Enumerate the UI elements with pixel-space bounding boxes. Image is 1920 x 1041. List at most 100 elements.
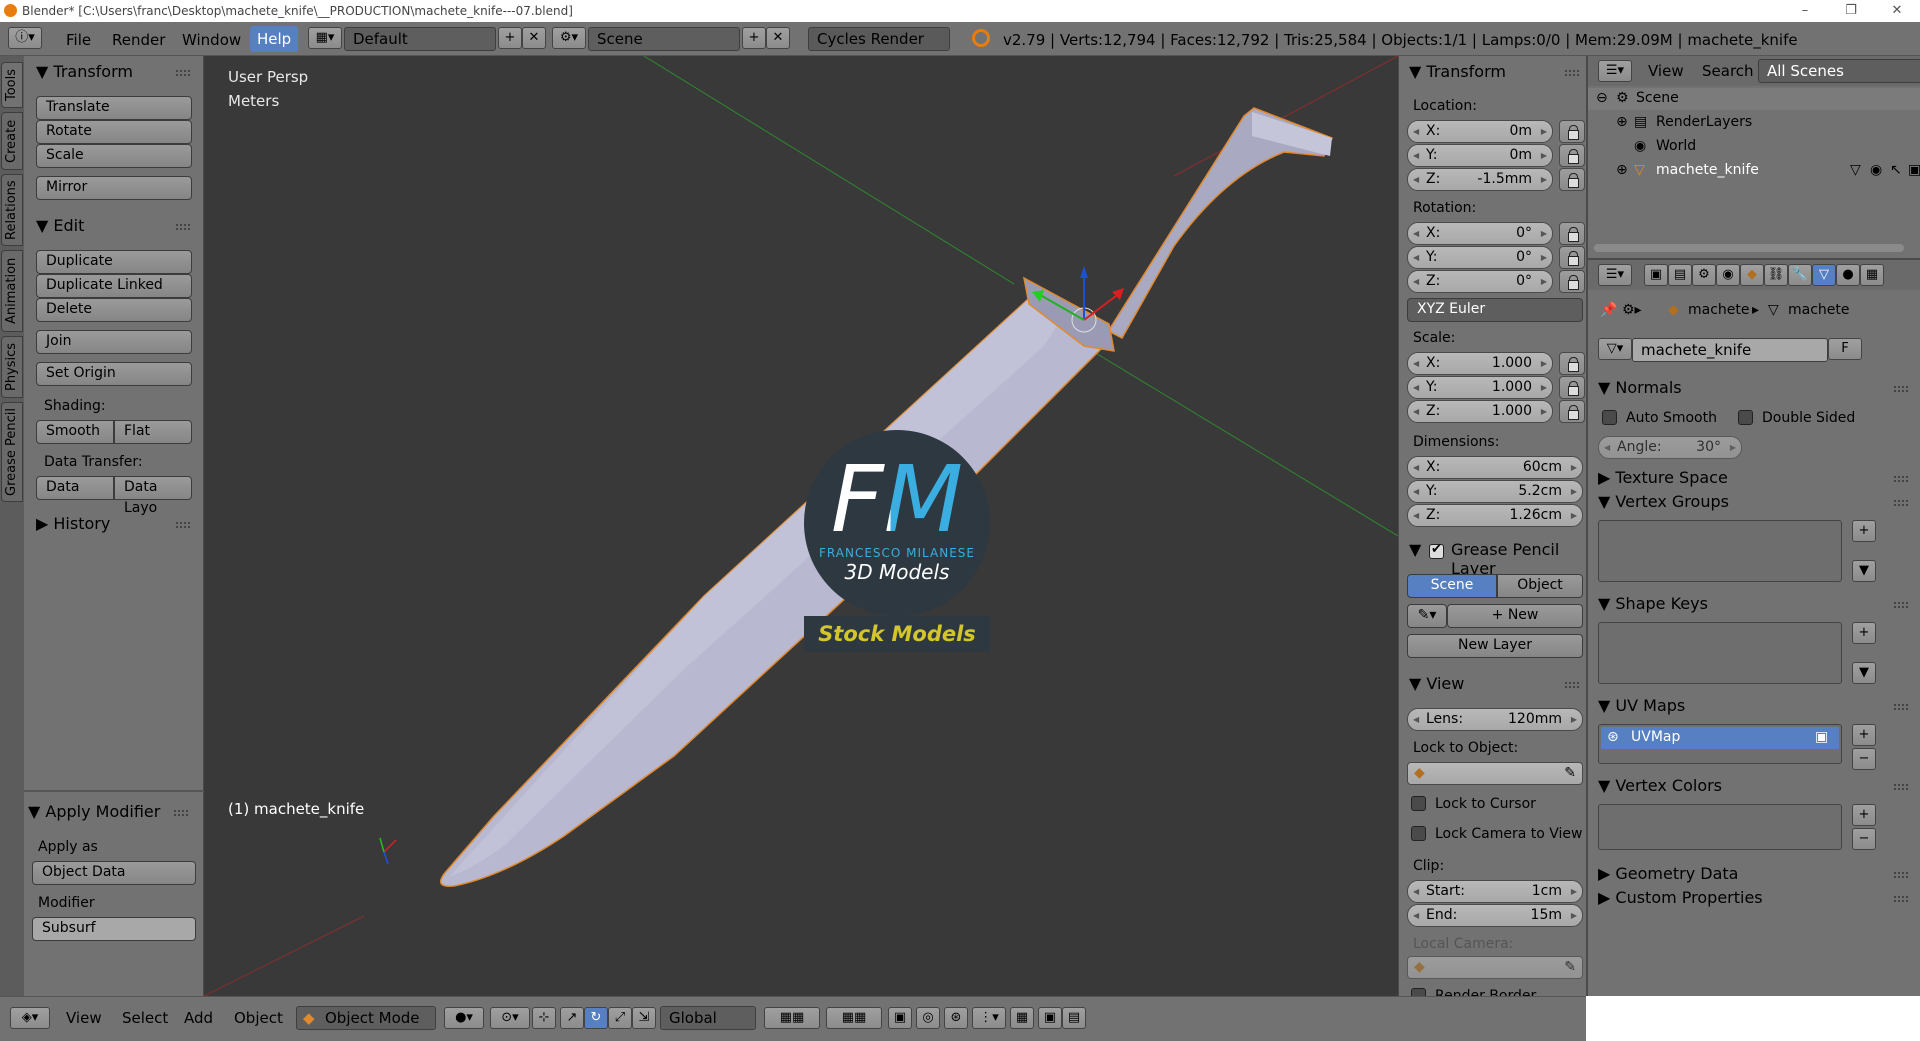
- tab-physics[interactable]: Physics: [1, 336, 23, 398]
- layers-grid-icon[interactable]: ▦▦: [764, 1007, 820, 1029]
- shape-keys-list[interactable]: [1598, 622, 1842, 684]
- world-tab-icon[interactable]: ◉: [1716, 264, 1740, 286]
- rotation-x-field[interactable]: ◀ X: 0° ▶: [1407, 222, 1553, 245]
- lens-field[interactable]: ◀ Lens: 120mm ▶: [1407, 708, 1583, 731]
- pin-icon[interactable]: 📌: [1600, 302, 1617, 318]
- render-engine-select[interactable]: Cycles Render: [808, 27, 950, 51]
- lock-object-field[interactable]: ◆ ✎: [1407, 762, 1583, 785]
- properties-editor-icon[interactable]: ☰▾: [1598, 264, 1632, 286]
- panel-grip-icon[interactable]: [1894, 704, 1908, 710]
- panel-grip-icon[interactable]: [176, 224, 190, 230]
- scene-tab-icon[interactable]: ⚙: [1692, 264, 1716, 286]
- manipulator-toggle-icon[interactable]: ⊹: [532, 1007, 556, 1029]
- menu-window[interactable]: Window: [182, 31, 241, 49]
- outliner-display-select[interactable]: All Scenes: [1758, 59, 1920, 83]
- duplicate-button[interactable]: Duplicate: [36, 250, 192, 274]
- custom-properties-header[interactable]: ▶ Custom Properties: [1598, 888, 1763, 907]
- panel-grip-icon[interactable]: [1894, 784, 1908, 790]
- clip-start-field[interactable]: ◀ Start: 1cm ▶: [1407, 880, 1583, 903]
- panel-grip-icon[interactable]: [1894, 896, 1908, 902]
- texture-space-header[interactable]: ▶ Texture Space: [1598, 468, 1728, 487]
- panel-grip-icon[interactable]: [1894, 476, 1908, 482]
- mirror-button[interactable]: Mirror: [36, 176, 192, 200]
- material-tab-icon[interactable]: ●: [1836, 264, 1860, 286]
- maximize-button[interactable]: ❐: [1828, 0, 1874, 22]
- lock-to-cursor-checkbox[interactable]: [1411, 796, 1426, 811]
- lock-icon[interactable]: [1559, 120, 1585, 143]
- texture-tab-icon[interactable]: ▦: [1860, 264, 1884, 286]
- normals-header[interactable]: ▼ Normals: [1598, 378, 1682, 397]
- outliner-scrollbar[interactable]: [1594, 244, 1904, 252]
- lock-icon[interactable]: [1559, 222, 1585, 245]
- active-render-camera-icon[interactable]: ▣: [1815, 729, 1828, 745]
- add-vertex-group-icon[interactable]: +: [1852, 520, 1876, 542]
- clip-end-field[interactable]: ◀ End: 15m ▶: [1407, 904, 1583, 927]
- modifiers-tab-icon[interactable]: 🔧: [1788, 264, 1812, 286]
- smooth-button[interactable]: Smooth: [36, 420, 114, 444]
- outliner-row[interactable]: ⊖ ⚙ Scene: [1588, 88, 1920, 110]
- flat-button[interactable]: Flat: [114, 420, 192, 444]
- scene-field[interactable]: Scene: [588, 27, 740, 51]
- lock-icon[interactable]: [1559, 270, 1585, 293]
- scale-z-field[interactable]: ◀ Z: 1.000 ▶: [1407, 400, 1553, 423]
- close-button[interactable]: ✕: [1874, 0, 1920, 22]
- view3d-editor-icon[interactable]: ◈▾: [10, 1007, 50, 1029]
- history-panel-header[interactable]: ▶ History: [36, 514, 110, 533]
- view-panel-header[interactable]: ▼ View: [1409, 674, 1464, 693]
- data-tab-icon[interactable]: ▽: [1812, 264, 1836, 286]
- pencil-icon[interactable]: ✎▾: [1407, 604, 1447, 628]
- shape-key-menu-icon[interactable]: ▼: [1852, 662, 1876, 684]
- add-scene-icon[interactable]: +: [742, 27, 766, 49]
- panel-grip-icon[interactable]: [1565, 70, 1579, 76]
- viewport-scene[interactable]: [204, 56, 1398, 996]
- scene-icon[interactable]: ⚙▾: [552, 27, 586, 49]
- layout-field[interactable]: Default: [344, 27, 496, 51]
- remove-uv-map-icon[interactable]: −: [1852, 748, 1876, 770]
- gp-new-button[interactable]: + New: [1447, 604, 1583, 628]
- panel-grip-icon[interactable]: [1894, 386, 1908, 392]
- lock-icon[interactable]: [1559, 376, 1585, 399]
- scale-y-field[interactable]: ◀ Y: 1.000 ▶: [1407, 376, 1553, 399]
- opengl-render-icon[interactable]: ▣: [1038, 1007, 1062, 1029]
- screen-layout-icon[interactable]: ▦▾: [308, 27, 342, 49]
- lock-layers-icon[interactable]: ▣: [888, 1007, 912, 1029]
- mesh-browse-icon[interactable]: ▽▾: [1598, 338, 1632, 360]
- menu-object[interactable]: Object: [234, 1009, 283, 1027]
- dimension-x-field[interactable]: ◀ X: 60cm ▶: [1407, 456, 1583, 479]
- outliner-row[interactable]: ⊕ ▽ machete_knife ▽ ◉ ↖ ▣: [1588, 160, 1920, 182]
- shape-keys-header[interactable]: ▼ Shape Keys: [1598, 594, 1708, 613]
- object-tab-icon[interactable]: ◆: [1740, 264, 1764, 286]
- menu-add[interactable]: Add: [184, 1009, 213, 1027]
- transform-orientation-select[interactable]: Global: [660, 1006, 756, 1030]
- menu-view[interactable]: View: [66, 1009, 102, 1027]
- render-layers-tab-icon[interactable]: ▤: [1668, 264, 1692, 286]
- vertex-group-menu-icon[interactable]: ▼: [1852, 560, 1876, 582]
- menu-render[interactable]: Render: [112, 31, 165, 49]
- rotate-button[interactable]: Rotate: [36, 120, 192, 144]
- visibility-eye-icon[interactable]: ◉: [1870, 162, 1882, 178]
- add-vertex-color-icon[interactable]: +: [1852, 804, 1876, 826]
- join-button[interactable]: Join: [36, 330, 192, 354]
- outliner-row[interactable]: ◉ World: [1588, 136, 1920, 158]
- rotate-manipulator-icon[interactable]: ↻: [584, 1007, 608, 1029]
- auto-smooth-checkbox[interactable]: [1602, 410, 1617, 425]
- panel-grip-icon[interactable]: [1565, 682, 1579, 688]
- dimension-y-field[interactable]: ◀ Y: 5.2cm ▶: [1407, 480, 1583, 503]
- constraints-tab-icon[interactable]: ⛓: [1764, 264, 1788, 286]
- expand-icon[interactable]: ⊕: [1616, 114, 1628, 130]
- minimize-button[interactable]: –: [1782, 0, 1828, 22]
- tab-tools[interactable]: Tools: [1, 62, 23, 108]
- render-tab-icon[interactable]: ▣: [1644, 264, 1668, 286]
- add-uv-map-icon[interactable]: +: [1852, 724, 1876, 746]
- data-layout-button[interactable]: Data Layo: [114, 476, 192, 516]
- uvmap-row[interactable]: ⊛ UVMap ▣: [1601, 727, 1839, 749]
- outliner-editor-icon[interactable]: ☰▾: [1598, 60, 1632, 82]
- remove-scene-icon[interactable]: ✕: [766, 27, 790, 49]
- 3d-viewport[interactable]: User Persp Meters FM FRANCESCO MILANESE …: [204, 56, 1398, 996]
- transform-icon[interactable]: ⇲: [632, 1007, 656, 1029]
- select-cursor-icon[interactable]: ↖: [1890, 162, 1902, 178]
- lock-camera-checkbox[interactable]: [1411, 826, 1426, 841]
- panel-grip-icon[interactable]: [1894, 500, 1908, 506]
- snap-element-icon[interactable]: ⋮▾: [972, 1007, 1006, 1029]
- snap-toggle-icon[interactable]: ⊛: [944, 1007, 968, 1029]
